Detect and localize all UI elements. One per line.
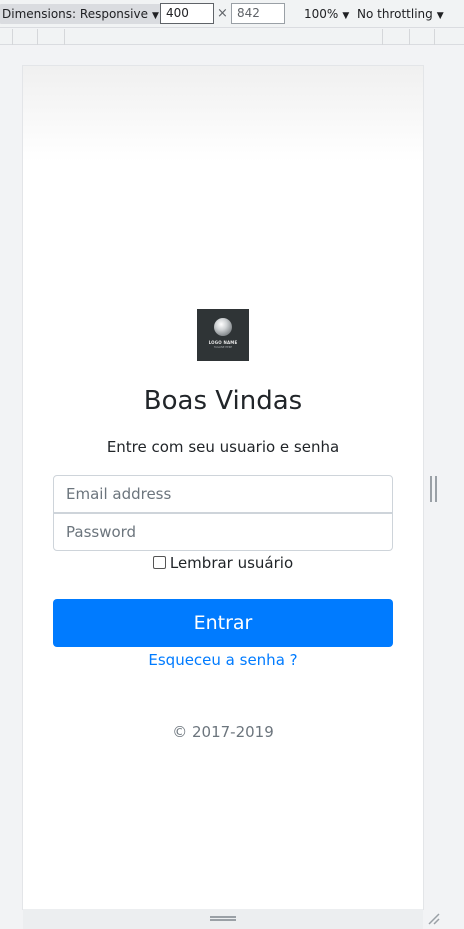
chevron-down-icon: ▼ xyxy=(342,11,350,21)
header-gradient xyxy=(23,66,423,162)
ruler-segment xyxy=(37,29,38,45)
copyright-text: © 2017-2019 xyxy=(172,723,274,741)
email-field[interactable] xyxy=(53,475,393,513)
ruler-segment xyxy=(409,29,410,45)
page-subtitle: Entre com seu usuario e senha xyxy=(106,438,340,456)
logo-text: LOGO NAME xyxy=(208,339,238,345)
chevron-down-icon: ▼ xyxy=(436,11,444,21)
login-button[interactable]: Entrar xyxy=(53,599,393,647)
resize-handle-right[interactable] xyxy=(430,476,437,502)
devtools-toolbar: Dimensions: Responsive ▼ 400 × 842 100% ▼ … xyxy=(0,0,464,28)
dimensions-label: Dimensions: Responsive xyxy=(2,7,148,21)
resize-handle-bottom[interactable] xyxy=(210,916,236,921)
logo-subtext: TAGLINE HERE xyxy=(213,345,233,349)
forgot-password-link[interactable]: Esqueceu a senha ? xyxy=(23,651,423,669)
brand-logo: LOGO NAME TAGLINE HERE xyxy=(197,309,249,361)
password-field[interactable] xyxy=(53,513,393,551)
remember-label: Lembrar usuário xyxy=(169,554,294,572)
throttle-label: No throttling xyxy=(357,7,433,21)
remember-checkbox[interactable] xyxy=(152,556,166,569)
width-input[interactable]: 400 xyxy=(160,3,214,24)
ruler-segment xyxy=(64,29,65,45)
zoom-label: 100% xyxy=(304,7,339,21)
logo-emblem-icon xyxy=(214,317,232,336)
dimensions-select[interactable]: Dimensions: Responsive ▼ xyxy=(0,4,163,24)
chevron-down-icon: ▼ xyxy=(151,11,159,21)
resize-corner-icon[interactable] xyxy=(426,911,440,925)
media-query-ruler[interactable] xyxy=(0,29,464,45)
page-title: Boas Vindas xyxy=(143,386,303,416)
zoom-select[interactable]: 100% ▼ xyxy=(304,4,349,24)
height-input[interactable]: 842 xyxy=(231,3,285,24)
device-viewport: LOGO NAME TAGLINE HERE Boas Vindas Entre… xyxy=(23,66,423,909)
ruler-segment xyxy=(382,29,383,45)
ruler-segment xyxy=(434,29,435,45)
throttle-select[interactable]: No throttling ▼ xyxy=(357,4,444,24)
times-separator: × xyxy=(217,6,228,21)
remember-me[interactable]: Lembrar usuário xyxy=(23,554,423,572)
ruler-segment xyxy=(12,29,13,45)
